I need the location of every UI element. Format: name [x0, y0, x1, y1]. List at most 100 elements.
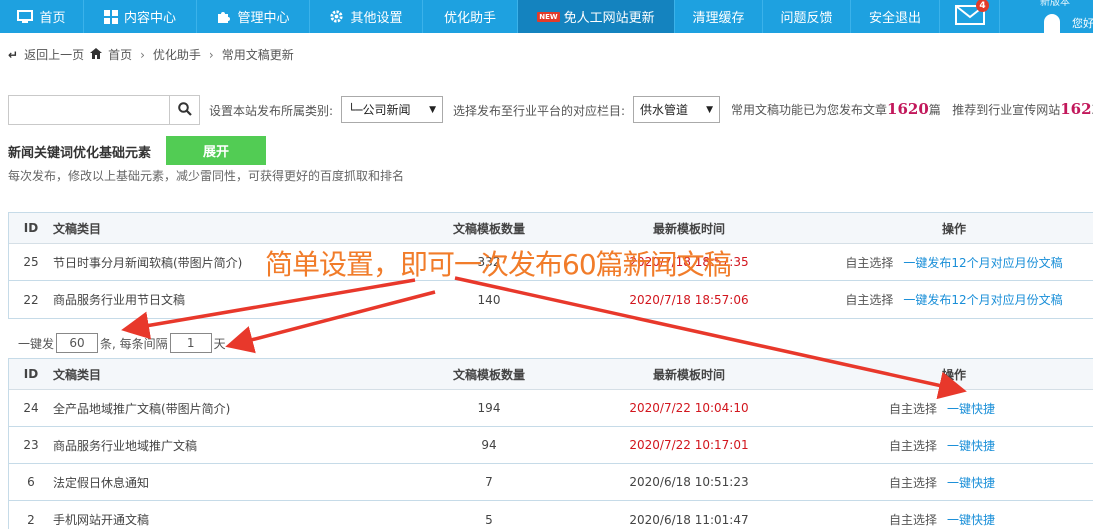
- breadcrumb: ↵ 返回上一页 首页 › 优化助手 › 常用文稿更新: [8, 46, 300, 63]
- col-count: 文稿模板数量: [452, 221, 525, 236]
- category-select[interactable]: └─公司新闻 ▼: [341, 96, 443, 123]
- nav-item-label: 问题反馈: [780, 11, 833, 26]
- manual-select-link[interactable]: 自主选择: [889, 474, 937, 491]
- row-id: 25: [23, 255, 39, 269]
- user-greeting: 您好: [1072, 17, 1093, 30]
- col-name: 文稿类目: [53, 367, 102, 382]
- row-name: 法定假日休息通知: [53, 475, 150, 490]
- publish-frequency: 一键发 60 条, 每条间隔 1 天: [18, 333, 226, 353]
- row-time: 2020/7/22 10:04:10: [629, 401, 749, 415]
- new-badge: NEW: [537, 11, 560, 22]
- avatar: [1044, 14, 1060, 36]
- nav-item-label: 优化助手: [443, 11, 496, 26]
- manual-select-link[interactable]: 自主选择: [845, 254, 893, 271]
- row-id: 2: [27, 512, 35, 527]
- platform-select-value: 供水管道: [640, 103, 689, 117]
- annotation-text: 简单设置，即可一次发布60篇新闻文稿: [265, 248, 732, 281]
- manual-select-link[interactable]: 自主选择: [845, 291, 893, 308]
- row-actions: 自主选择 一键快捷: [889, 390, 995, 426]
- category-label: 设置本站发布所属类别:: [209, 104, 334, 118]
- platform-select[interactable]: 供水管道 ▼: [633, 96, 720, 123]
- row-time: 2020/6/18 11:01:47: [629, 512, 749, 527]
- row-count: 94: [481, 438, 497, 452]
- table-header: ID 文稿类目 文稿模板数量 最新模板时间 操作: [9, 213, 1093, 244]
- publish-count-input[interactable]: 60: [56, 333, 99, 353]
- back-link[interactable]: 返回上一页: [24, 46, 84, 63]
- nav-item-logout[interactable]: 安全退出: [851, 0, 940, 33]
- manual-select-link[interactable]: 自主选择: [889, 400, 937, 417]
- version-label: 新版本: [1040, 0, 1070, 8]
- row-actions: 自主选择 一键发布12个月对应月份文稿: [839, 281, 1069, 318]
- nav-item-home[interactable]: 首页: [0, 0, 84, 33]
- gear-icon: [329, 9, 344, 24]
- row-actions: 自主选择 一键发布12个月对应月份文稿: [839, 244, 1069, 280]
- nav-item-label: 其他设置: [350, 11, 403, 26]
- user-area[interactable]: 新版本 您好: [1000, 0, 1093, 36]
- table-row: 24 全产品地域推广文稿(带图片简介) 194 2020/7/22 10:04:…: [9, 390, 1093, 427]
- row-actions: 自主选择 一键快捷: [889, 501, 995, 529]
- nav-item-label: 管理中心: [237, 11, 290, 26]
- row-id: 24: [23, 401, 39, 415]
- keyword-hint: 每次发布，修改以上基础元素，减少雷同性，可获得更好的百度抓取和排名: [8, 169, 405, 183]
- freq-mid: 条, 每条间隔: [100, 336, 168, 351]
- col-time: 最新模板时间: [652, 221, 725, 236]
- mail-count-badge: 4: [976, 0, 989, 12]
- category-select-value: └─公司新闻: [348, 103, 411, 117]
- nav-item-other-settings[interactable]: 其他设置: [310, 0, 423, 33]
- one-click-link[interactable]: 一键快捷: [947, 400, 995, 417]
- nav-item-label: 内容中心: [123, 11, 176, 26]
- col-op: 操作: [941, 367, 966, 382]
- one-click-link[interactable]: 一键快捷: [947, 511, 995, 528]
- row-time: 2020/7/22 10:17:01: [629, 438, 749, 452]
- search-button[interactable]: [170, 95, 200, 125]
- col-id: ID: [23, 367, 39, 381]
- manual-select-link[interactable]: 自主选择: [889, 437, 937, 454]
- stat1-prefix: 常用文稿功能已为您发布文章: [731, 103, 888, 117]
- nav-item-content-center[interactable]: 内容中心: [84, 0, 197, 33]
- row-id: 22: [23, 292, 39, 307]
- chevron-right-icon: ›: [208, 47, 214, 62]
- row-count: 194: [477, 401, 501, 415]
- top-nav: 首页 内容中心 管理中心 其他设置 优化助手 NEW 免人工网站更新 清理缓存 …: [0, 0, 1093, 36]
- row-count: 5: [485, 512, 493, 527]
- caret-down-icon: ▼: [706, 104, 713, 115]
- monitor-icon: [17, 9, 34, 24]
- nav-item-label: 清理缓存: [692, 11, 745, 26]
- mail-button[interactable]: 4: [940, 0, 1000, 33]
- row-id: 6: [27, 475, 35, 489]
- breadcrumb-home[interactable]: 首页: [108, 46, 132, 63]
- grid-icon: [103, 9, 118, 24]
- freq-prefix: 一键发: [18, 336, 55, 351]
- nav-item-auto-update[interactable]: NEW 免人工网站更新: [518, 0, 675, 33]
- chevron-right-icon: ›: [140, 47, 145, 62]
- one-click-link[interactable]: 一键快捷: [947, 437, 995, 454]
- expand-button[interactable]: 展开: [166, 136, 266, 165]
- search-input[interactable]: [8, 95, 170, 125]
- col-id: ID: [23, 221, 39, 235]
- nav-item-manage-center[interactable]: 管理中心: [197, 0, 310, 33]
- manual-select-link[interactable]: 自主选择: [889, 511, 937, 528]
- caret-down-icon: ▼: [429, 104, 436, 115]
- nav-item-clear-cache[interactable]: 清理缓存: [675, 0, 763, 33]
- keyword-section-title: 新闻关键词优化基础元素: [8, 146, 152, 161]
- interval-days-input[interactable]: 1: [169, 333, 212, 353]
- row-name: 全产品地域推广文稿(带图片简介): [53, 401, 231, 416]
- one-click-link[interactable]: 一键快捷: [947, 474, 995, 491]
- stat1-number: 1620: [887, 100, 929, 118]
- nav-item-feedback[interactable]: 问题反馈: [763, 0, 851, 33]
- row-count: 7: [485, 475, 493, 489]
- col-time: 最新模板时间: [652, 367, 725, 382]
- row-name: 手机网站开通文稿: [53, 513, 150, 527]
- row-time: 2020/6/18 10:51:23: [629, 475, 749, 489]
- doc-table-regional: ID 文稿类目 文稿模板数量 最新模板时间 操作 24 全产品地域推广文稿(带图…: [8, 358, 1093, 529]
- one-click-publish-link[interactable]: 一键发布12个月对应月份文稿: [903, 254, 1062, 271]
- row-name: 商品服务行业地域推广文稿: [53, 438, 198, 453]
- col-name: 文稿类目: [53, 221, 102, 236]
- nav-item-label: 免人工网站更新: [563, 11, 655, 26]
- row-id: 23: [23, 438, 39, 452]
- row-count: 140: [477, 292, 501, 307]
- breadcrumb-level2[interactable]: 优化助手: [153, 46, 201, 63]
- nav-item-optimize-assistant[interactable]: 优化助手: [423, 0, 518, 33]
- one-click-publish-link[interactable]: 一键发布12个月对应月份文稿: [903, 291, 1062, 308]
- table-header: ID 文稿类目 文稿模板数量 最新模板时间 操作: [9, 359, 1093, 390]
